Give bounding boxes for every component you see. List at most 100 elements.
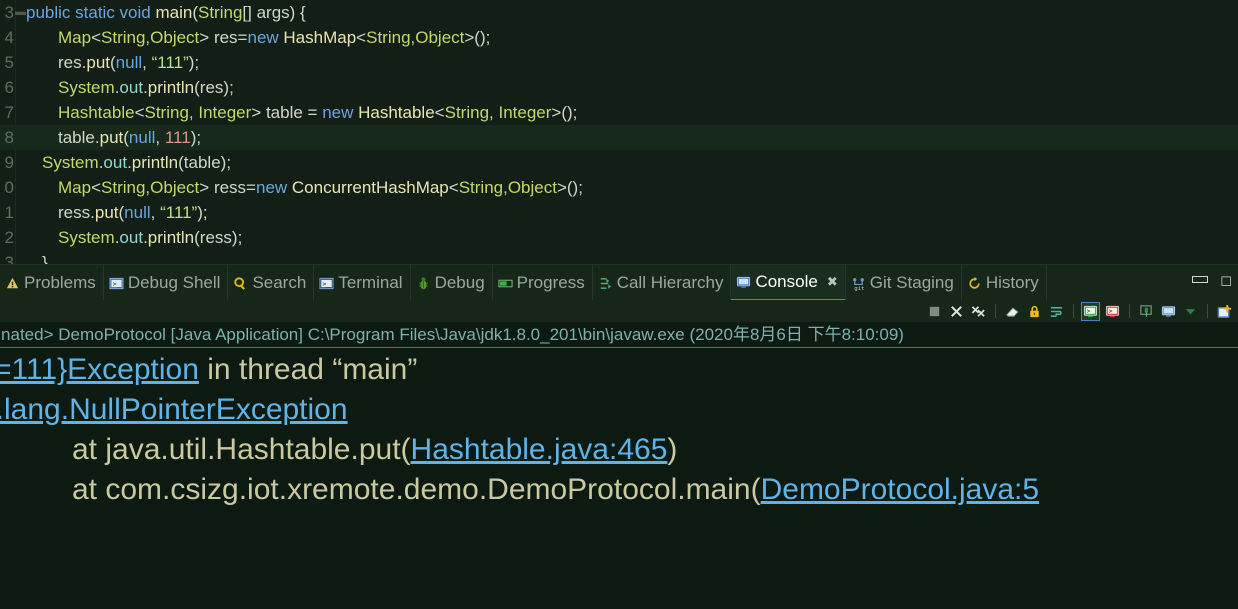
line-number: 3 <box>0 0 14 25</box>
console-red-icon: >_ <box>1105 304 1120 319</box>
tab-terminal[interactable]: >_Terminal <box>314 265 410 301</box>
code-token: String, Integer <box>145 103 252 122</box>
scroll-lock-button[interactable] <box>1026 303 1043 320</box>
maximize-panel-button[interactable]: ☐ <box>1220 274 1232 290</box>
console-toolbar[interactable]: >_ >_ <box>0 300 1238 322</box>
line-number: 8 <box>0 125 14 150</box>
code-text: System.out.println(ress); <box>26 225 242 250</box>
java-editor[interactable]: 3▬public static void main(String[] args)… <box>0 0 1238 264</box>
line-number: 6 <box>0 75 14 100</box>
console-view[interactable]: erminated> DemoProtocol [Java Applicatio… <box>0 322 1238 609</box>
code-token: ); <box>191 128 201 147</box>
code-token: ); <box>189 53 199 72</box>
tab-progress[interactable]: Progress <box>493 265 593 301</box>
tab-label: Problems <box>24 273 96 293</box>
terminate-button[interactable] <box>926 303 943 320</box>
code-token: < <box>435 103 445 122</box>
view-tab-bar[interactable]: Problems >_Debug ShellSearch>_TerminalDeb… <box>0 264 1238 300</box>
code-line[interactable]: 7Hashtable<String, Integer> table = new … <box>0 100 1238 125</box>
code-line[interactable]: 1ress.put(null, “111”); <box>0 200 1238 225</box>
code-lines: 3▬public static void main(String[] args)… <box>0 0 1238 264</box>
code-token: “111” <box>152 53 189 72</box>
code-token: null <box>129 128 155 147</box>
code-token: new <box>256 178 292 197</box>
tab-git-staging[interactable]: gitGit Staging <box>846 265 962 301</box>
code-line[interactable]: 5res.put(null, “111”); <box>0 50 1238 75</box>
code-token: println <box>132 153 178 172</box>
code-token: out <box>103 153 127 172</box>
tab-debug[interactable]: Debug <box>411 265 493 301</box>
tab-call-hierarchy[interactable]: Call Hierarchy <box>593 265 732 301</box>
clear-console-button[interactable] <box>1004 303 1021 320</box>
pin-console-button[interactable] <box>1138 303 1155 320</box>
code-line[interactable]: 3} <box>0 250 1238 264</box>
code-line[interactable]: 3▬public static void main(String[] args)… <box>0 0 1238 25</box>
code-line[interactable]: 2 System.out.println(ress); <box>0 225 1238 250</box>
code-token: Map <box>58 28 91 47</box>
line-number: 2 <box>0 225 14 250</box>
console-output-line: at java.util.Hashtable.put(Hashtable.jav… <box>0 430 1238 470</box>
debug-shell-icon: >_ <box>109 276 124 291</box>
toolbar-separator <box>995 304 996 318</box>
svg-text:>_: >_ <box>1087 308 1095 315</box>
show-console-on-output-button[interactable]: >_ <box>1082 303 1099 320</box>
display-selected-console-button[interactable] <box>1160 303 1177 320</box>
code-token: Hashtable <box>358 103 435 122</box>
console-green-icon: >_ <box>1083 304 1098 319</box>
remove-all-terminated-button[interactable] <box>970 303 987 320</box>
code-token: HashMap <box>283 28 356 47</box>
code-token: ); <box>223 78 233 97</box>
fold-marker-icon[interactable]: ▬ <box>15 0 26 25</box>
padlock-icon <box>1027 304 1042 319</box>
code-token: println <box>148 78 194 97</box>
code-text: Map<String,Object> ress=new ConcurrentHa… <box>26 175 583 200</box>
remove-launch-button[interactable] <box>948 303 965 320</box>
code-token: put <box>95 203 119 222</box>
line-number: 9 <box>0 150 14 175</box>
stack-trace-link[interactable]: va.lang.NullPointerException <box>0 393 348 426</box>
tab-search[interactable]: Search <box>228 265 314 301</box>
code-token: ress <box>200 228 232 247</box>
code-text: table.put(null, 111); <box>26 125 201 150</box>
stack-trace-link[interactable]: Exception <box>67 353 199 386</box>
code-line[interactable]: 6 System.out.println(res); <box>0 75 1238 100</box>
show-console-on-error-button[interactable]: >_ <box>1104 303 1121 320</box>
code-token: ) { <box>290 3 306 22</box>
tab-problems[interactable]: Problems <box>0 265 104 301</box>
open-console-button[interactable] <box>1216 303 1233 320</box>
git-icon: git <box>851 276 866 291</box>
code-token: put <box>86 53 110 72</box>
code-line[interactable]: 0Map<String,Object> ress=new ConcurrentH… <box>0 175 1238 200</box>
console-output[interactable]: ull=111}Exception in thread “main”va.lan… <box>0 348 1238 510</box>
code-text: ress.put(null, “111”); <box>26 200 208 225</box>
tab-console[interactable]: Console✖ <box>731 265 845 301</box>
code-token: new <box>247 28 283 47</box>
word-wrap-button[interactable] <box>1048 303 1065 320</box>
code-line[interactable]: 4Map<String,Object> res=new HashMap<Stri… <box>0 25 1238 50</box>
code-token: ConcurrentHashMap <box>292 178 449 197</box>
close-icon[interactable]: ✖ <box>827 274 838 290</box>
console-process-header: erminated> DemoProtocol [Java Applicatio… <box>0 322 1238 348</box>
code-line[interactable]: 9System.out.println(table); <box>0 150 1238 175</box>
svg-text:>_: >_ <box>113 279 121 287</box>
code-token: [] <box>242 3 256 22</box>
tab-debug-shell[interactable]: >_Debug Shell <box>104 265 229 301</box>
console-menu-dropdown[interactable] <box>1182 303 1199 320</box>
svg-text:>_: >_ <box>1109 308 1117 315</box>
history-icon <box>967 276 982 291</box>
code-text: System.out.println(res); <box>26 75 234 100</box>
minimize-panel-button[interactable] <box>1192 276 1208 286</box>
code-line[interactable]: 8 table.put(null, 111); <box>0 125 1238 150</box>
pin-icon <box>1139 304 1154 319</box>
code-token: args <box>257 3 290 22</box>
code-token: < <box>449 178 459 197</box>
stack-trace-link[interactable]: DemoProtocol.java:5 <box>761 473 1039 506</box>
console-text: at com.csizg.iot.xremote.demo.DemoProtoc… <box>72 473 761 506</box>
code-token: println <box>148 228 194 247</box>
progress-icon <box>498 276 513 291</box>
tab-history[interactable]: History <box>962 265 1047 301</box>
stack-trace-link[interactable]: ull=111} <box>0 353 67 386</box>
stack-trace-link[interactable]: Hashtable.java:465 <box>411 433 668 466</box>
code-text: Hashtable<String, Integer> table = new H… <box>26 100 577 125</box>
toolbar-separator <box>1073 304 1074 318</box>
